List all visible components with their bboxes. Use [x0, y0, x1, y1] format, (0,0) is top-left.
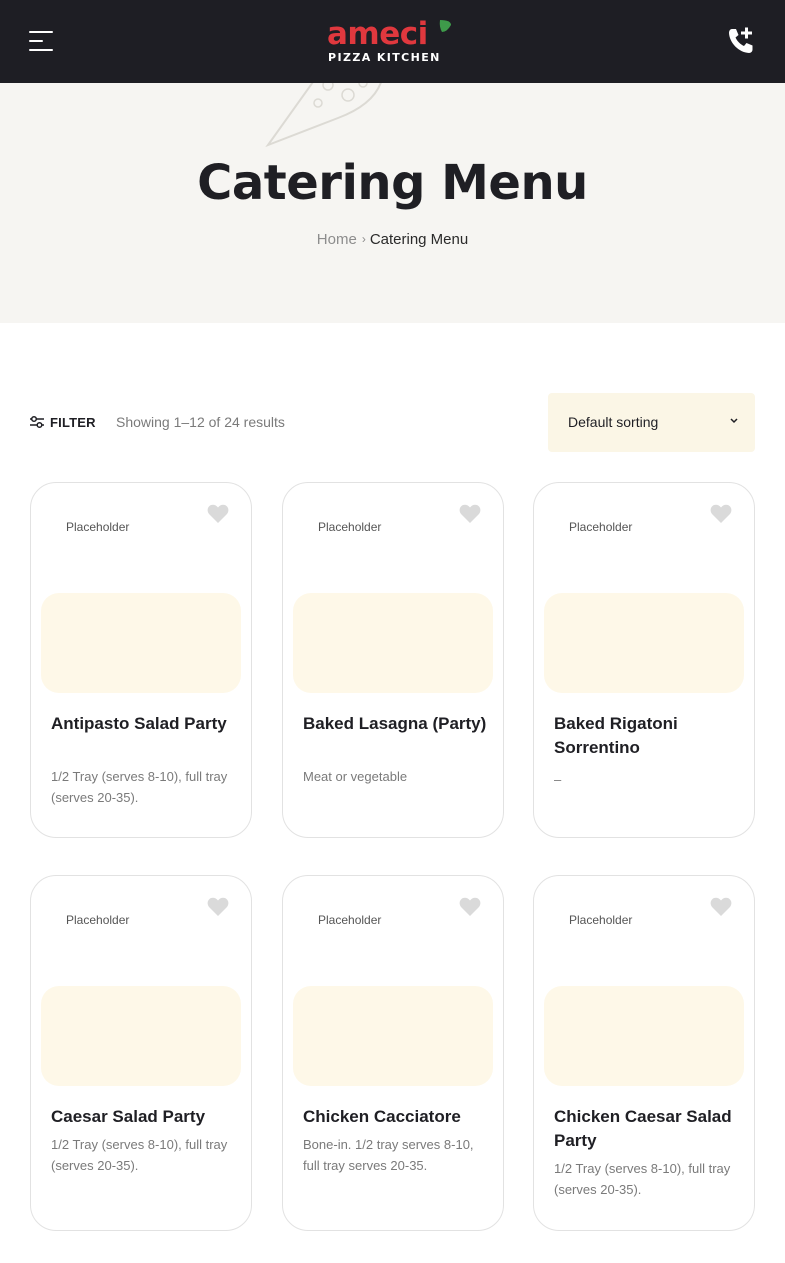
site-logo[interactable]: ameci PIZZA KITCHEN	[327, 17, 457, 67]
breadcrumb-home-link[interactable]: Home	[317, 231, 357, 248]
product-image[interactable]: Placeholder	[569, 913, 632, 927]
product-description: –	[554, 772, 562, 787]
product-image-backdrop	[41, 593, 241, 693]
product-description: 1/2 Tray (serves 8-10), full tray (serve…	[51, 1137, 228, 1173]
product-image[interactable]: Placeholder	[66, 520, 129, 534]
page-title: Catering Menu	[197, 155, 588, 211]
product-card[interactable]: Placeholder Chicken Cacciatore Bone-in. …	[282, 875, 504, 1231]
heart-icon[interactable]	[710, 504, 732, 524]
product-image-backdrop	[544, 986, 744, 1086]
filter-button[interactable]: FILTER	[29, 412, 96, 432]
logo-wordmark: ameci	[327, 16, 428, 52]
product-description: 1/2 Tray (serves 8-10), full tray (serve…	[554, 1161, 731, 1197]
product-description: Bone-in. 1/2 tray serves 8-10, full tray…	[303, 1137, 474, 1173]
sliders-icon	[30, 415, 44, 429]
product-description: Meat or vegetable	[303, 769, 408, 784]
heart-icon[interactable]	[710, 897, 732, 917]
product-title[interactable]: Baked Lasagna (Party)	[303, 712, 488, 736]
product-description: 1/2 Tray (serves 8-10), full tray (serve…	[51, 769, 228, 805]
product-image[interactable]: Placeholder	[318, 913, 381, 927]
breadcrumb-chevron-icon: ›	[361, 232, 366, 246]
product-title[interactable]: Chicken Cacciatore	[303, 1105, 488, 1129]
logo-subtitle: PIZZA KITCHEN	[328, 51, 441, 64]
product-image[interactable]: Placeholder	[318, 520, 381, 534]
heart-icon[interactable]	[207, 897, 229, 917]
product-image-backdrop	[293, 593, 493, 693]
product-card[interactable]: Placeholder Caesar Salad Party 1/2 Tray …	[30, 875, 252, 1231]
product-card[interactable]: Placeholder Baked Rigatoni Sorrentino –	[533, 482, 755, 838]
product-title[interactable]: Baked Rigatoni Sorrentino	[554, 712, 739, 760]
chevron-down-icon	[730, 418, 738, 424]
hamburger-menu-icon[interactable]	[29, 30, 54, 52]
product-card[interactable]: Placeholder Chicken Caesar Salad Party 1…	[533, 875, 755, 1231]
result-count: Showing 1–12 of 24 results	[116, 414, 285, 430]
phone-call-icon[interactable]	[725, 25, 757, 57]
heart-icon[interactable]	[459, 504, 481, 524]
pizza-slice-decoration-icon	[265, 83, 382, 148]
product-image-backdrop	[544, 593, 744, 693]
sort-selected-value: Default sorting	[568, 414, 659, 430]
product-card[interactable]: Placeholder Antipasto Salad Party 1/2 Tr…	[30, 482, 252, 838]
product-title[interactable]: Antipasto Salad Party	[51, 712, 236, 736]
product-image-backdrop	[293, 986, 493, 1086]
product-card[interactable]: Placeholder Baked Lasagna (Party) Meat o…	[282, 482, 504, 838]
heart-icon[interactable]	[459, 897, 481, 917]
basil-leaf-icon	[439, 20, 451, 32]
product-title[interactable]: Caesar Salad Party	[51, 1105, 236, 1129]
site-header: ameci PIZZA KITCHEN	[0, 0, 785, 83]
page-hero: Catering Menu Home › Catering Menu	[0, 83, 785, 323]
product-title[interactable]: Chicken Caesar Salad Party	[554, 1105, 739, 1153]
product-image-backdrop	[41, 986, 241, 1086]
breadcrumb-current: Catering Menu	[369, 231, 469, 248]
product-image[interactable]: Placeholder	[66, 913, 129, 927]
heart-icon[interactable]	[207, 504, 229, 524]
product-image[interactable]: Placeholder	[569, 520, 632, 534]
sort-dropdown[interactable]: Default sorting	[548, 393, 755, 452]
filter-label: FILTER	[50, 414, 96, 430]
breadcrumb: Home › Catering Menu	[0, 229, 785, 250]
